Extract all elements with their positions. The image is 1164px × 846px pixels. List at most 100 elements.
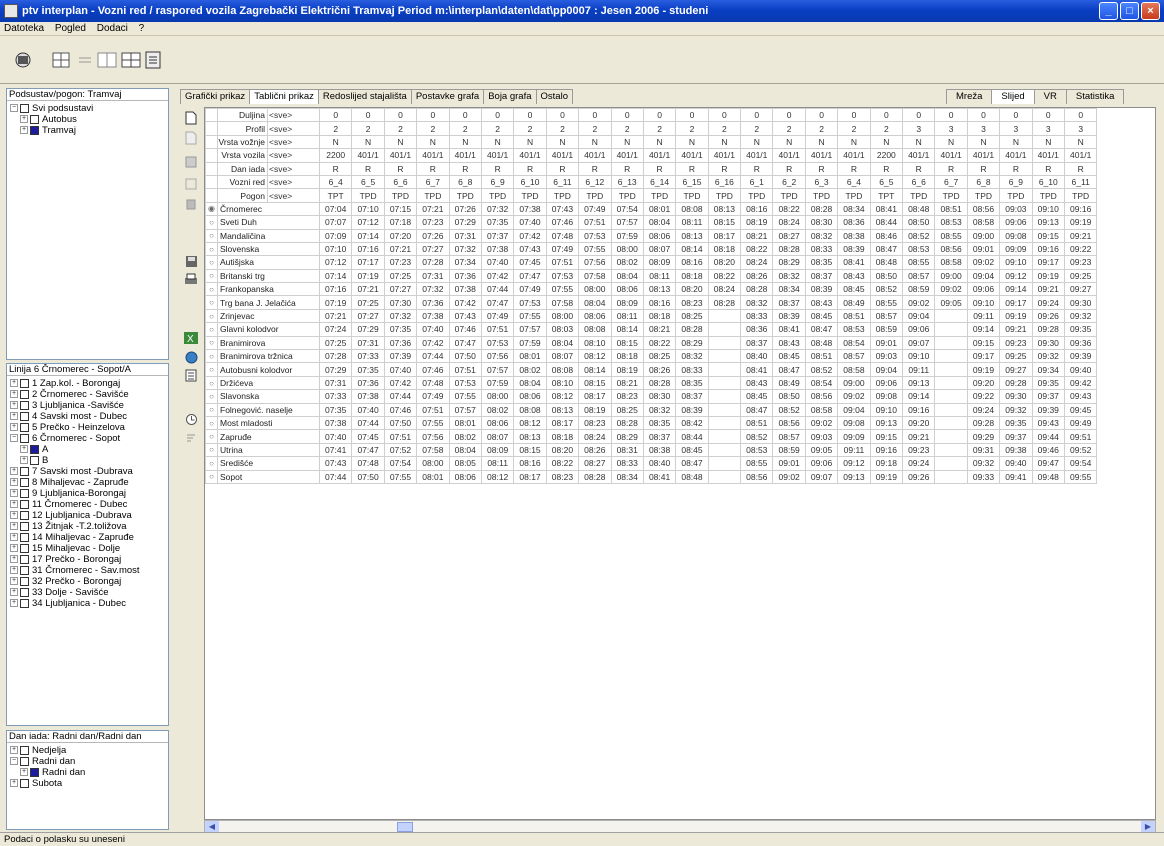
time-cell[interactable]: 09:08 bbox=[999, 228, 1033, 243]
header-cell[interactable]: R bbox=[383, 161, 418, 176]
time-cell[interactable] bbox=[934, 442, 968, 458]
tree-node[interactable]: +15 Mihaljevac - Dolje bbox=[7, 543, 168, 554]
time-cell[interactable]: 08:34 bbox=[837, 201, 871, 217]
time-cell[interactable]: 08:45 bbox=[675, 442, 709, 458]
time-cell[interactable]: 07:57 bbox=[610, 215, 644, 230]
header-cell[interactable]: N bbox=[772, 134, 806, 150]
time-cell[interactable]: 09:09 bbox=[999, 241, 1033, 257]
time-cell[interactable]: 08:37 bbox=[772, 295, 806, 310]
header-cell[interactable]: N bbox=[1031, 134, 1065, 150]
time-cell[interactable]: 07:48 bbox=[416, 375, 450, 391]
header-cell[interactable]: 2 bbox=[869, 121, 904, 136]
time-cell[interactable]: 08:02 bbox=[480, 402, 515, 417]
time-cell[interactable]: 09:30 bbox=[1063, 295, 1098, 310]
expand-icon[interactable]: − bbox=[10, 104, 18, 113]
time-cell[interactable]: 08:06 bbox=[578, 308, 612, 324]
header-cell[interactable]: 401/1 bbox=[513, 148, 547, 163]
expand-icon[interactable]: + bbox=[10, 390, 18, 399]
header-cell[interactable]: 3 bbox=[1063, 121, 1098, 136]
header-cell[interactable]: 6_2 bbox=[772, 174, 806, 190]
header-cell[interactable]: 401/1 bbox=[448, 148, 482, 163]
time-cell[interactable]: 09:00 bbox=[966, 228, 1001, 243]
time-cell[interactable]: 08:29 bbox=[610, 429, 644, 444]
time-cell[interactable]: 08:16 bbox=[513, 456, 547, 471]
time-cell[interactable]: 08:58 bbox=[966, 215, 1001, 230]
time-cell[interactable]: 07:53 bbox=[448, 375, 482, 391]
header-cell[interactable]: 6_6 bbox=[383, 174, 418, 190]
time-cell[interactable]: 09:37 bbox=[999, 429, 1033, 444]
row-radio[interactable]: ○ bbox=[205, 429, 218, 444]
time-cell[interactable]: 07:50 bbox=[351, 469, 385, 484]
time-cell[interactable]: 07:18 bbox=[383, 215, 418, 230]
header-cell[interactable]: TPT bbox=[869, 188, 904, 203]
time-cell[interactable] bbox=[934, 335, 968, 351]
row-radio[interactable]: ○ bbox=[205, 282, 218, 297]
time-cell[interactable]: 08:41 bbox=[772, 322, 806, 337]
header-cell[interactable]: 6_10 bbox=[1031, 174, 1065, 190]
time-cell[interactable]: 08:23 bbox=[578, 415, 612, 431]
time-cell[interactable]: 08:52 bbox=[772, 402, 806, 417]
checkbox[interactable] bbox=[20, 433, 29, 443]
time-cell[interactable]: 08:28 bbox=[578, 469, 612, 484]
header-cell[interactable]: 6_10 bbox=[513, 174, 547, 190]
tab-statistics[interactable]: Statistika bbox=[1065, 89, 1125, 104]
header-cell[interactable]: N bbox=[837, 134, 871, 150]
time-cell[interactable]: 07:27 bbox=[383, 282, 418, 297]
time-cell[interactable]: 07:31 bbox=[318, 375, 353, 391]
time-cell[interactable]: 08:57 bbox=[902, 268, 936, 284]
header-cell[interactable]: 0 bbox=[966, 108, 1001, 123]
header-cell[interactable]: N bbox=[416, 134, 450, 150]
time-cell[interactable]: 08:13 bbox=[545, 402, 580, 417]
time-cell[interactable]: 07:46 bbox=[545, 215, 580, 230]
row-radio[interactable]: ○ bbox=[205, 255, 218, 270]
time-cell[interactable]: 09:43 bbox=[1063, 389, 1098, 404]
header-cell[interactable]: 401/1 bbox=[545, 148, 580, 163]
time-cell[interactable]: 08:22 bbox=[545, 456, 580, 471]
header-cell[interactable]: TPD bbox=[513, 188, 547, 203]
time-cell[interactable]: 07:55 bbox=[545, 282, 580, 297]
header-filter[interactable]: <sve> bbox=[267, 108, 320, 123]
time-cell[interactable]: 09:28 bbox=[1031, 322, 1065, 337]
time-cell[interactable]: 08:56 bbox=[966, 201, 1001, 217]
time-cell[interactable]: 07:07 bbox=[318, 215, 353, 230]
time-cell[interactable]: 09:00 bbox=[934, 268, 968, 284]
time-cell[interactable]: 09:15 bbox=[869, 429, 904, 444]
header-cell[interactable]: TPD bbox=[772, 188, 806, 203]
header-cell[interactable]: TPD bbox=[1063, 188, 1098, 203]
header-cell[interactable]: 0 bbox=[351, 108, 385, 123]
time-cell[interactable]: 09:07 bbox=[902, 335, 936, 351]
time-cell[interactable]: 08:17 bbox=[578, 389, 612, 404]
time-cell[interactable]: 08:51 bbox=[804, 349, 839, 364]
time-cell[interactable]: 09:19 bbox=[966, 362, 1001, 377]
time-cell[interactable]: 08:12 bbox=[513, 415, 547, 431]
time-cell[interactable]: 08:37 bbox=[642, 429, 677, 444]
tree-node[interactable]: +4 Savski most - Dubec bbox=[7, 411, 168, 422]
time-cell[interactable] bbox=[707, 349, 742, 364]
time-cell[interactable]: 08:47 bbox=[869, 241, 904, 257]
time-cell[interactable]: 07:42 bbox=[513, 228, 547, 243]
header-cell[interactable]: TPD bbox=[804, 188, 839, 203]
time-cell[interactable]: 08:21 bbox=[642, 322, 677, 337]
time-cell[interactable] bbox=[707, 415, 742, 431]
time-cell[interactable]: 09:36 bbox=[1063, 335, 1098, 351]
time-cell[interactable]: 08:19 bbox=[610, 362, 644, 377]
header-cell[interactable]: 6_1 bbox=[740, 174, 774, 190]
time-cell[interactable]: 09:06 bbox=[966, 282, 1001, 297]
header-cell[interactable]: 3 bbox=[1031, 121, 1065, 136]
menu-datoteka[interactable]: Datoteka bbox=[4, 23, 44, 34]
time-cell[interactable]: 08:00 bbox=[416, 456, 450, 471]
time-cell[interactable]: 08:56 bbox=[772, 415, 806, 431]
header-cell[interactable]: R bbox=[1031, 161, 1065, 176]
checkbox[interactable] bbox=[20, 521, 29, 531]
time-cell[interactable]: 08:06 bbox=[480, 415, 515, 431]
time-cell[interactable]: 09:16 bbox=[902, 402, 936, 417]
time-cell[interactable]: 08:49 bbox=[837, 295, 871, 310]
expand-icon[interactable]: + bbox=[10, 588, 18, 597]
header-cell[interactable]: R bbox=[837, 161, 871, 176]
header-cell[interactable]: 2 bbox=[513, 121, 547, 136]
time-cell[interactable]: 08:29 bbox=[675, 335, 709, 351]
time-cell[interactable]: 08:28 bbox=[675, 322, 709, 337]
time-cell[interactable]: 07:49 bbox=[545, 241, 580, 257]
time-cell[interactable]: 09:38 bbox=[999, 442, 1033, 458]
time-cell[interactable]: 09:02 bbox=[804, 415, 839, 431]
